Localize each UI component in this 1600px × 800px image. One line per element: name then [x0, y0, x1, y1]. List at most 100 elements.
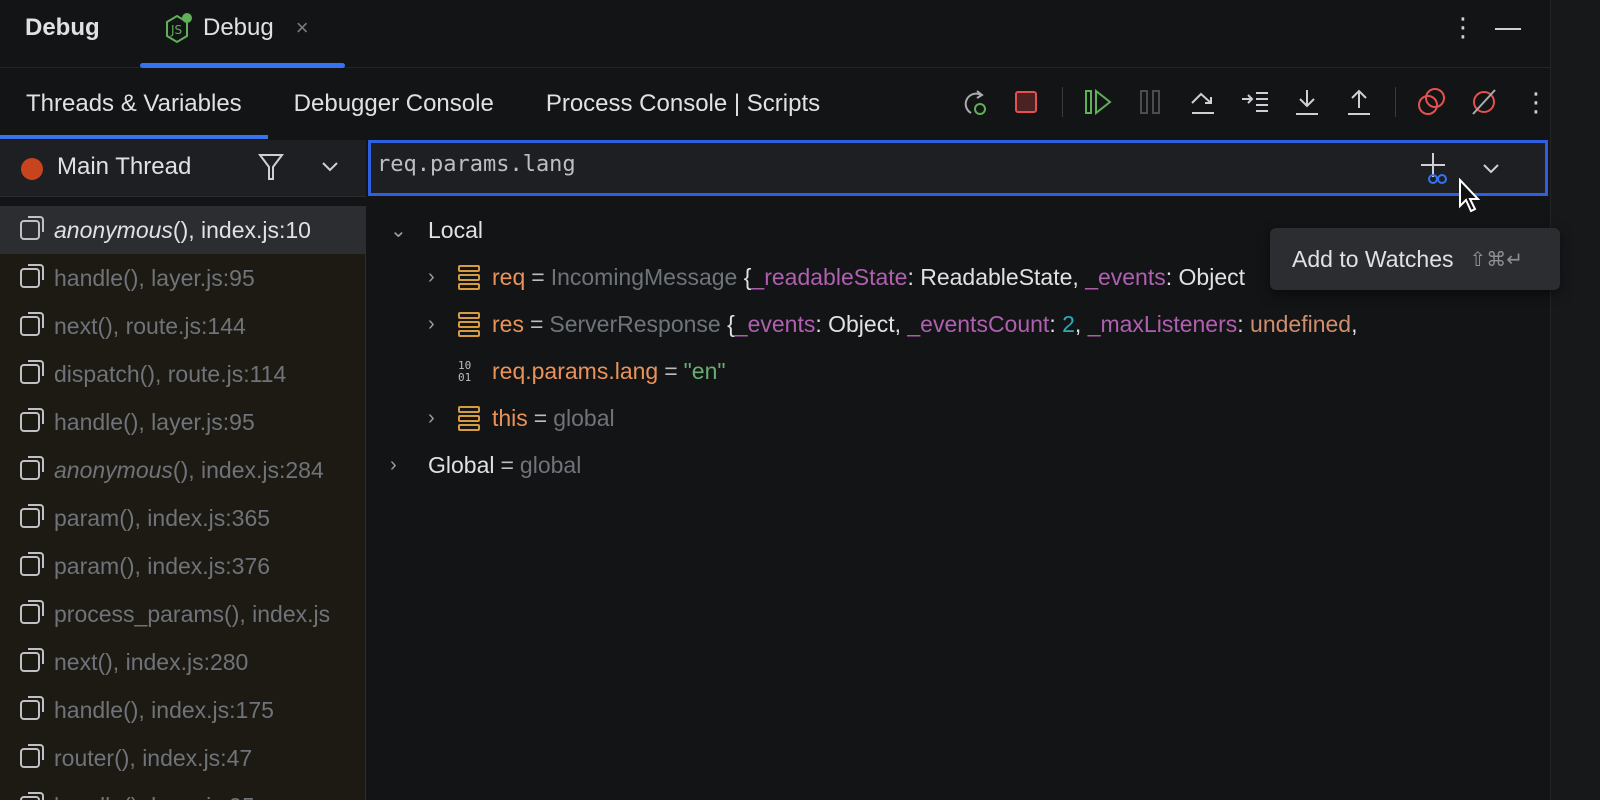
minimize-icon[interactable]: [1495, 28, 1521, 30]
var-type: ServerResponse: [549, 311, 721, 337]
frame-function: process_params: [54, 600, 225, 627]
frame-icon: [20, 600, 44, 624]
frame-function: anonymous: [54, 456, 173, 483]
stack-frame[interactable]: param (), index.js:365: [0, 494, 365, 542]
stack-frame[interactable]: anonymous (), index.js:284: [0, 446, 365, 494]
var-value: global: [553, 405, 615, 431]
step-out-icon[interactable]: [1343, 86, 1375, 118]
frame-location: (), index.js:280: [97, 648, 249, 675]
mute-breakpoints-icon[interactable]: [1468, 86, 1500, 118]
object-icon: [458, 311, 480, 338]
prop-value: 2: [1062, 311, 1075, 337]
frame-icon: [20, 696, 44, 720]
chevron-down-icon[interactable]: [320, 156, 340, 181]
right-gutter: [1550, 0, 1600, 800]
variable-req[interactable]: › req = IncomingMessage {_readableState: …: [390, 254, 1357, 301]
stack-frame[interactable]: next (), index.js:280: [0, 638, 365, 686]
debug-toolbar: ⋮: [958, 86, 1552, 118]
watch-expression-text: req.params.lang: [377, 152, 576, 177]
frame-function: handle: [54, 696, 124, 723]
variable-this[interactable]: › this = global: [390, 395, 1357, 442]
frame-location: (), index.js:284: [172, 456, 324, 483]
chevron-right-icon[interactable]: ›: [428, 266, 458, 289]
rerun-icon[interactable]: [958, 86, 990, 118]
separator: [1062, 87, 1063, 117]
resume-icon[interactable]: [1083, 86, 1115, 118]
variable-res[interactable]: › res = ServerResponse {_events: Object, …: [390, 301, 1357, 348]
thread-name: Main Thread: [57, 153, 192, 180]
frame-icon: [20, 360, 44, 384]
chevron-down-icon[interactable]: [1481, 158, 1501, 183]
tab-debug[interactable]: JS Debug ×: [165, 12, 309, 44]
chevron-right-icon[interactable]: ›: [428, 313, 458, 336]
prop-key: _eventsCount: [907, 311, 1050, 337]
frame-function: dispatch: [54, 360, 140, 387]
chevron-right-icon[interactable]: ›: [428, 407, 458, 430]
stack-frame[interactable]: anonymous (), index.js:10: [0, 206, 365, 254]
close-icon[interactable]: ×: [296, 15, 309, 41]
prop-value: Object: [828, 311, 895, 337]
step-into-icon[interactable]: [1291, 86, 1323, 118]
scope-global[interactable]: › Global = global: [390, 442, 1357, 489]
add-to-watches-icon[interactable]: [1418, 151, 1452, 192]
tab-threads-variables[interactable]: Threads & Variables: [0, 69, 268, 139]
tooltip-shortcut: ⇧⌘↵: [1469, 248, 1524, 271]
tab-label: Debug: [203, 14, 274, 41]
active-tab-indicator: [140, 63, 345, 68]
prop-value: ReadableState: [920, 264, 1073, 290]
var-value: global: [519, 452, 582, 478]
tab-process-console[interactable]: Process Console | Scripts: [520, 69, 846, 139]
filter-icon[interactable]: [258, 152, 284, 187]
stack-frame[interactable]: param (), index.js:376: [0, 542, 365, 590]
frame-icon: [20, 264, 44, 288]
frame-icon: [20, 216, 44, 240]
scope-local[interactable]: ⌄ Local: [390, 207, 1357, 254]
chevron-right-icon[interactable]: ›: [390, 454, 420, 477]
stack-frame[interactable]: handle(), layer.js:95: [0, 398, 365, 446]
variables-tree: ⌄ Local › req = IncomingMessage {_readabl…: [390, 207, 1357, 489]
chevron-down-icon[interactable]: ⌄: [390, 218, 420, 243]
separator: [1395, 87, 1396, 117]
stop-icon[interactable]: [1010, 86, 1042, 118]
frame-icon: [20, 408, 44, 432]
step-over-icon[interactable]: [1187, 86, 1219, 118]
object-icon: [458, 405, 480, 432]
tab-debugger-console[interactable]: Debugger Console: [268, 69, 520, 139]
frame-function: next: [54, 312, 98, 339]
var-type: IncomingMessage: [550, 264, 738, 290]
call-stack-frames: anonymous (), index.js:10 handle (), layer.…: [0, 206, 366, 800]
stack-frame[interactable]: handle (), index.js:175: [0, 686, 365, 734]
frame-function: next: [54, 648, 98, 675]
frame-function: handle: [54, 408, 124, 435]
prop-value: Object: [1178, 264, 1246, 290]
thread-selector[interactable]: Main Thread: [0, 140, 366, 197]
frame-function: handle: [54, 264, 124, 291]
frame-function: param: [54, 552, 120, 579]
frame-location: (), index.js:365: [119, 504, 271, 531]
stack-frame[interactable]: handle(), layer.js:95: [0, 254, 365, 302]
view-breakpoints-icon[interactable]: [1416, 86, 1448, 118]
frame-icon: [20, 744, 44, 768]
watch-expression-input[interactable]: req.params.lang: [368, 140, 1548, 196]
more-icon[interactable]: ⋮: [1520, 86, 1552, 118]
stack-frame[interactable]: router (), index.js:47: [0, 734, 365, 782]
more-options-icon[interactable]: ⋮: [1450, 12, 1476, 43]
nodejs-icon: JS: [166, 13, 192, 44]
variable-req-params-lang[interactable]: 10 01 req.params.lang = "en": [390, 348, 1357, 395]
frame-icon: [20, 648, 44, 672]
frame-icon: [20, 792, 44, 800]
mouse-cursor-icon: [1459, 178, 1481, 213]
add-to-watches-tooltip: Add to Watches ⇧⌘↵: [1270, 228, 1560, 290]
prop-key: _maxListeners: [1087, 311, 1238, 337]
stack-frame[interactable]: handle(), layer.js:95: [0, 782, 365, 800]
run-to-cursor-icon[interactable]: [1239, 86, 1271, 118]
frame-location: (), index.js:376: [119, 552, 271, 579]
stack-frame[interactable]: dispatch (), route.js:114: [0, 350, 365, 398]
pause-icon[interactable]: [1135, 86, 1167, 118]
stack-frame[interactable]: next (), route.js:144: [0, 302, 365, 350]
var-name: this: [492, 405, 528, 431]
var-value: "en": [683, 358, 726, 384]
frame-function: router: [54, 744, 115, 771]
frame-location: (), index.js:10: [172, 216, 311, 243]
stack-frame[interactable]: process_params (), index.js: [0, 590, 365, 638]
